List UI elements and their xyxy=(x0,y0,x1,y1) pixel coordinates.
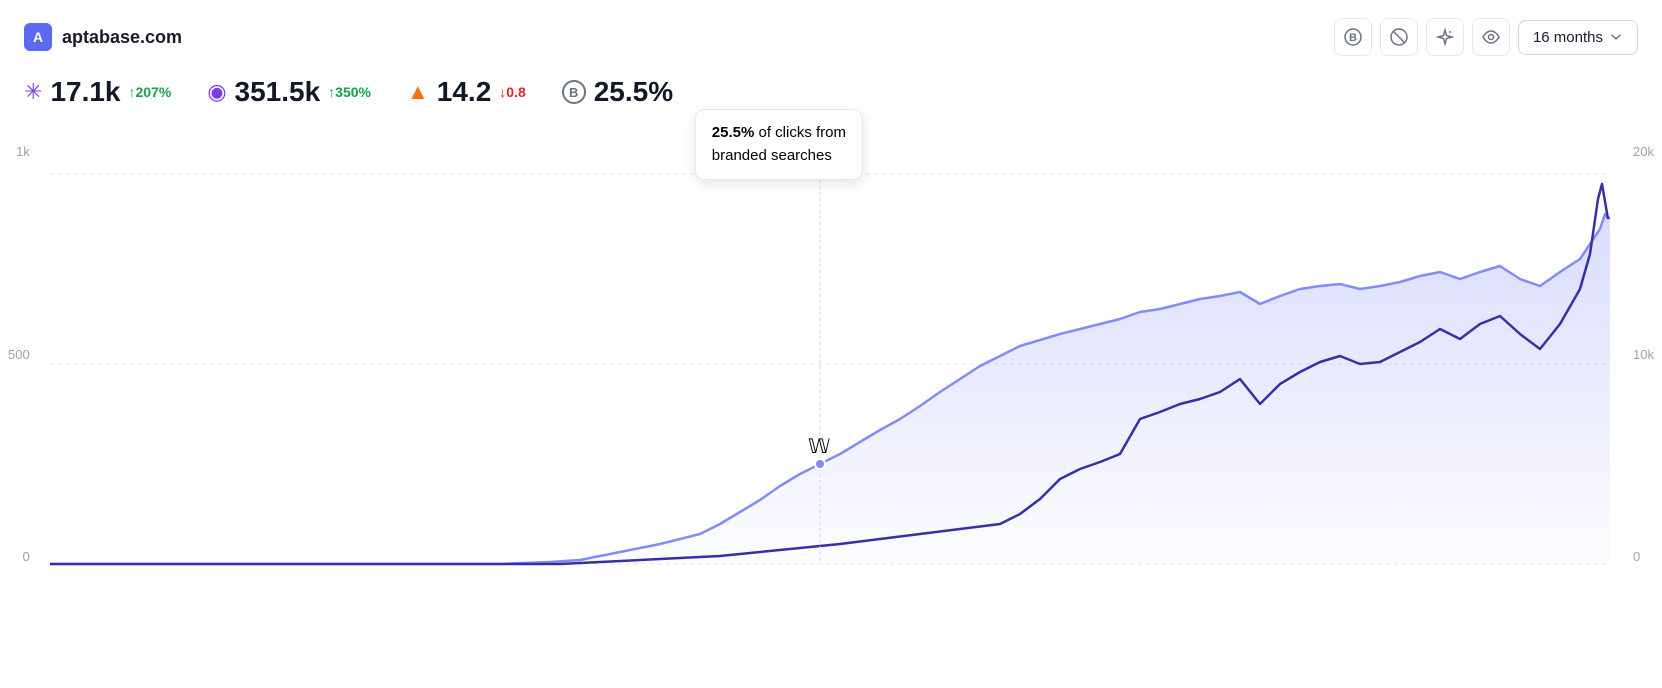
tooltip-bold-text: 25.5% xyxy=(712,124,755,141)
y-axis-right: 20k 10k 0 xyxy=(1625,144,1654,564)
y-axis-left: 1k 500 0 xyxy=(8,144,30,564)
period-label: 16 months xyxy=(1533,29,1603,46)
site-name: aptabase.com xyxy=(62,27,182,48)
y-label-right-top: 20k xyxy=(1625,144,1654,159)
fire-metric-icon: ▲ xyxy=(407,79,429,105)
y-label-left-bottom: 0 xyxy=(8,549,30,564)
y-label-right-bottom: 0 xyxy=(1625,549,1654,564)
branded-metric-icon: B xyxy=(562,80,586,104)
sparkle-metric-icon: ✳ xyxy=(24,79,42,105)
metric-impressions: ◉ 351.5k ↑350% xyxy=(207,76,371,108)
impressions-value: 351.5k xyxy=(235,76,321,108)
header: A aptabase.com B xyxy=(0,0,1662,68)
logo-icon: A xyxy=(24,23,52,51)
metric-position: ▲ 14.2 ↓0.8 xyxy=(407,76,526,108)
sparkle-icon-button[interactable] xyxy=(1426,18,1464,56)
period-selector[interactable]: 16 months xyxy=(1518,20,1638,55)
b-icon-button[interactable]: B xyxy=(1334,18,1372,56)
chart-svg xyxy=(0,124,1662,614)
y-label-left-mid: 500 xyxy=(8,347,30,362)
chevron-down-icon xyxy=(1609,30,1623,44)
metric-clicks: ✳ 17.1k ↑207% xyxy=(24,76,171,108)
eye-off-icon-button[interactable] xyxy=(1380,18,1418,56)
position-value: 14.2 xyxy=(437,76,492,108)
tooltip: 25.5% of clicks frombranded searches xyxy=(695,109,863,180)
clicks-change: ↑207% xyxy=(129,82,172,102)
impressions-change: ↑350% xyxy=(328,82,371,102)
y-label-left-top: 1k xyxy=(8,144,30,159)
branded-value: 25.5% xyxy=(594,76,673,108)
position-change: ↓0.8 xyxy=(499,82,525,102)
eye-metric-icon: ◉ xyxy=(207,79,226,105)
logo-area: A aptabase.com xyxy=(24,23,182,51)
metric-branded: B 25.5% xyxy=(562,76,673,108)
eye-icon-button[interactable] xyxy=(1472,18,1510,56)
clicks-value: 17.1k xyxy=(50,76,120,108)
y-label-right-mid: 10k xyxy=(1625,347,1654,362)
svg-text:B: B xyxy=(1349,32,1357,44)
header-controls: B 16 months xyxy=(1334,18,1638,56)
chart-area: 1k 500 0 20k 10k 0 25.5% xyxy=(0,124,1662,614)
